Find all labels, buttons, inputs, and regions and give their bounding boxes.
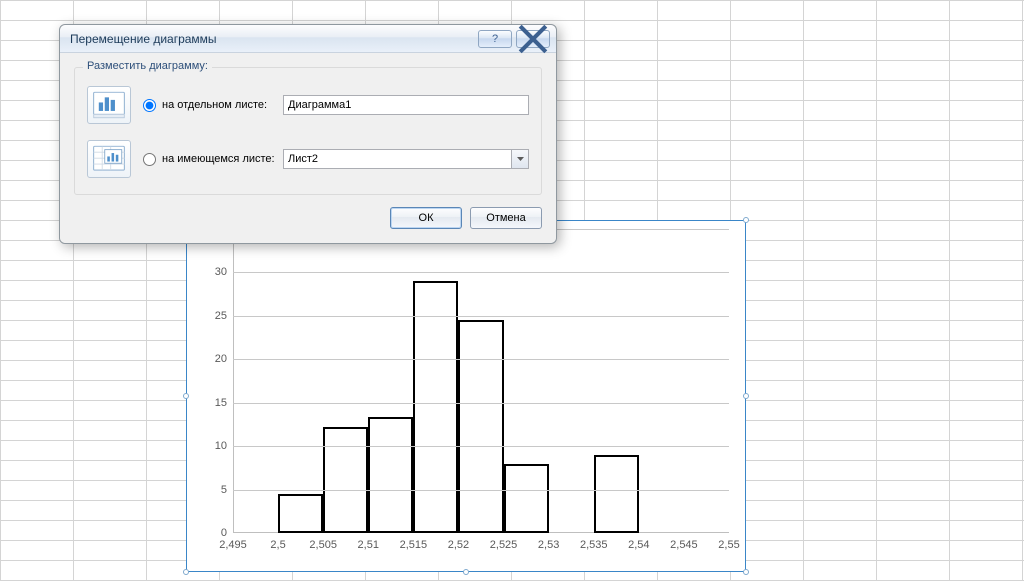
bar bbox=[413, 281, 458, 533]
move-chart-dialog: Перемещение диаграммы ? Разместить диагр… bbox=[59, 24, 557, 244]
x-tick: 2,525 bbox=[490, 539, 518, 551]
x-tick: 2,55 bbox=[718, 539, 739, 551]
option-existing-sheet-label: на имеющемся листе: bbox=[162, 153, 275, 165]
y-tick: 5 bbox=[221, 484, 227, 496]
x-tick: 2,535 bbox=[580, 539, 608, 551]
radio-existing-sheet[interactable] bbox=[143, 153, 156, 166]
y-tick: 25 bbox=[215, 310, 227, 322]
bar bbox=[504, 464, 549, 533]
chart-object[interactable]: 051015202530352,4952,52,5052,512,5152,52… bbox=[186, 220, 746, 572]
y-tick: 20 bbox=[215, 353, 227, 365]
close-button[interactable] bbox=[516, 30, 550, 48]
y-tick: 0 bbox=[221, 527, 227, 539]
existing-sheet-value: Лист2 bbox=[284, 153, 511, 165]
dialog-title: Перемещение диаграммы bbox=[70, 32, 474, 46]
y-tick: 15 bbox=[215, 397, 227, 409]
y-tick: 10 bbox=[215, 440, 227, 452]
chart-plot-area: 051015202530352,4952,52,5052,512,5152,52… bbox=[233, 229, 729, 533]
existing-sheet-icon bbox=[87, 140, 131, 178]
x-tick: 2,495 bbox=[219, 539, 247, 551]
x-tick: 2,515 bbox=[400, 539, 428, 551]
bar bbox=[323, 427, 368, 533]
help-button[interactable]: ? bbox=[478, 30, 512, 48]
cancel-button[interactable]: Отмена bbox=[470, 207, 542, 229]
bar bbox=[368, 417, 413, 533]
bar bbox=[594, 455, 639, 533]
fieldset-legend: Разместить диаграмму: bbox=[83, 60, 212, 72]
radio-new-sheet[interactable] bbox=[143, 99, 156, 112]
x-tick: 2,5 bbox=[270, 539, 285, 551]
chevron-down-icon[interactable] bbox=[511, 150, 528, 168]
x-tick: 2,545 bbox=[670, 539, 698, 551]
new-sheet-icon bbox=[87, 86, 131, 124]
existing-sheet-combo[interactable]: Лист2 bbox=[283, 149, 529, 169]
y-tick: 30 bbox=[215, 266, 227, 278]
x-tick: 2,51 bbox=[358, 539, 379, 551]
x-tick: 2,54 bbox=[628, 539, 649, 551]
option-new-sheet-label: на отдельном листе: bbox=[162, 99, 267, 111]
bar bbox=[278, 494, 323, 533]
x-tick: 2,505 bbox=[309, 539, 337, 551]
bar bbox=[458, 320, 503, 533]
ok-button[interactable]: ОК bbox=[390, 207, 462, 229]
new-sheet-name-input[interactable] bbox=[283, 95, 529, 115]
x-tick: 2,53 bbox=[538, 539, 559, 551]
dialog-titlebar[interactable]: Перемещение диаграммы ? bbox=[60, 25, 556, 53]
option-existing-sheet[interactable]: на имеющемся листе: bbox=[143, 153, 283, 166]
option-new-sheet[interactable]: на отдельном листе: bbox=[143, 99, 283, 112]
x-tick: 2,52 bbox=[448, 539, 469, 551]
